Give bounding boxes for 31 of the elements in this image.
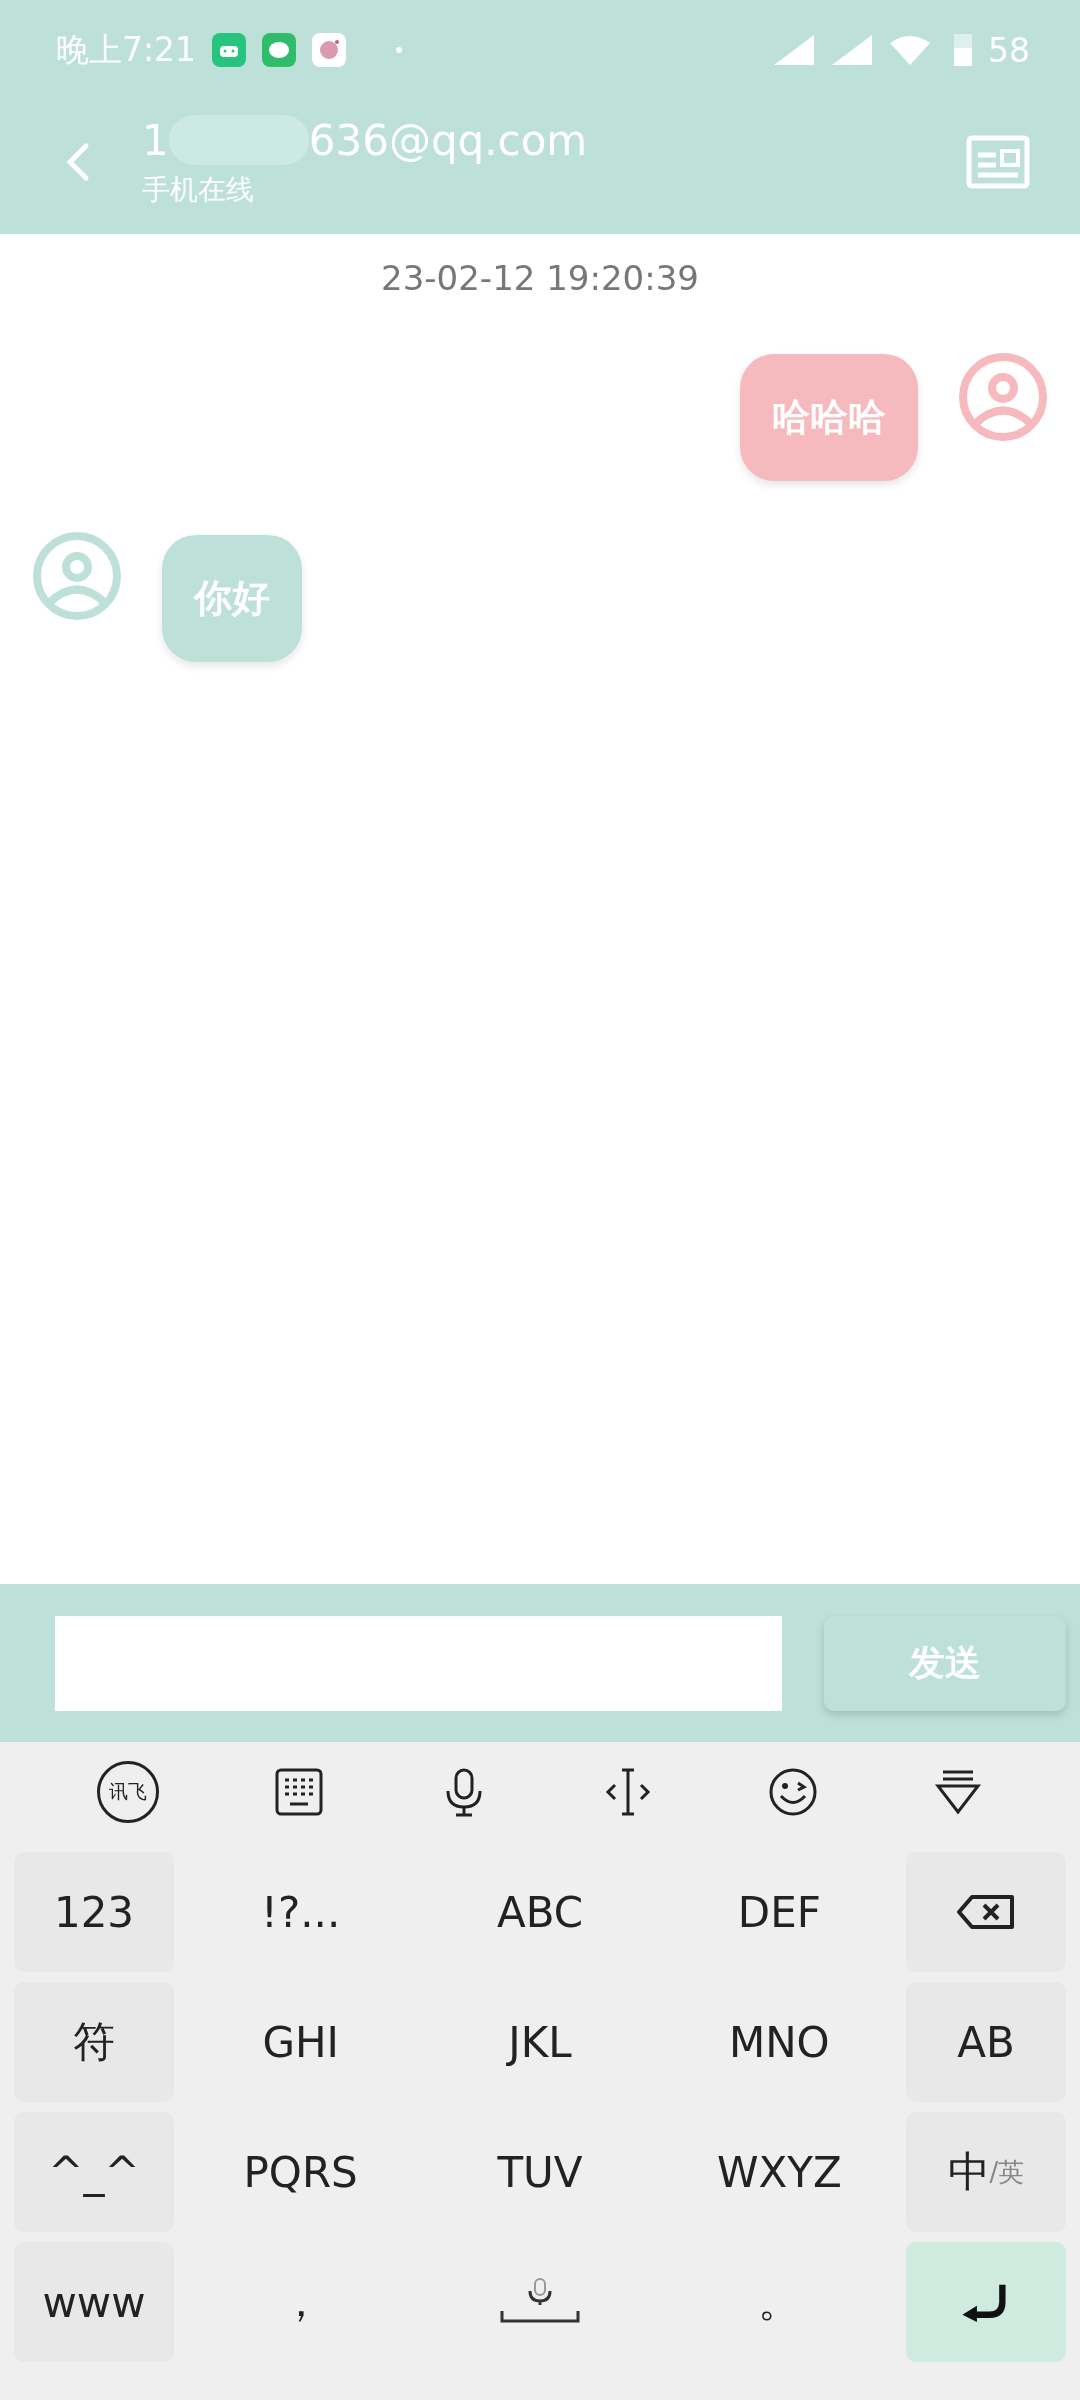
backspace-icon [956,1892,1016,1932]
keyboard-key[interactable]: AB [906,1982,1066,2102]
battery-icon [954,34,972,66]
wifi-icon [890,35,930,65]
contact-title: 1 [142,115,169,165]
battery-level: 58 [988,30,1030,70]
message-bubble: 你好 [162,535,302,662]
avatar-icon [958,352,1048,442]
online-status: 手机在线 [142,172,255,208]
keyboard-key[interactable]: ^_^ [14,2112,174,2232]
keyboard-key[interactable]: 123 [14,1852,174,1972]
signal-icon [832,35,872,65]
message-input[interactable] [55,1615,782,1711]
language-key[interactable]: 中/英 [906,2112,1066,2232]
camera-app-icon [312,33,347,67]
message-timestamp: 23-02-12 19:20:39 [380,258,700,298]
message-bubble: 哈哈哈 [740,354,918,481]
keyboard-key[interactable]: www [14,2242,174,2362]
wink-emoji-icon[interactable] [767,1767,818,1817]
robot-app-icon [212,33,247,67]
signal-icon [774,35,814,65]
chat-app-icon [262,33,297,67]
contact-title: 636@qq.com [308,115,588,165]
keyboard-key[interactable]: 符 [14,1982,174,2102]
status-time: 晚上7:21 [56,28,197,71]
enter-key[interactable] [906,2242,1066,2362]
backspace-key[interactable] [906,1852,1066,1972]
avatar-icon [32,531,122,621]
keyboard-icon[interactable] [274,1767,324,1817]
dot-icon [396,47,403,53]
ime-logo[interactable]: 讯飞 [97,1761,160,1823]
